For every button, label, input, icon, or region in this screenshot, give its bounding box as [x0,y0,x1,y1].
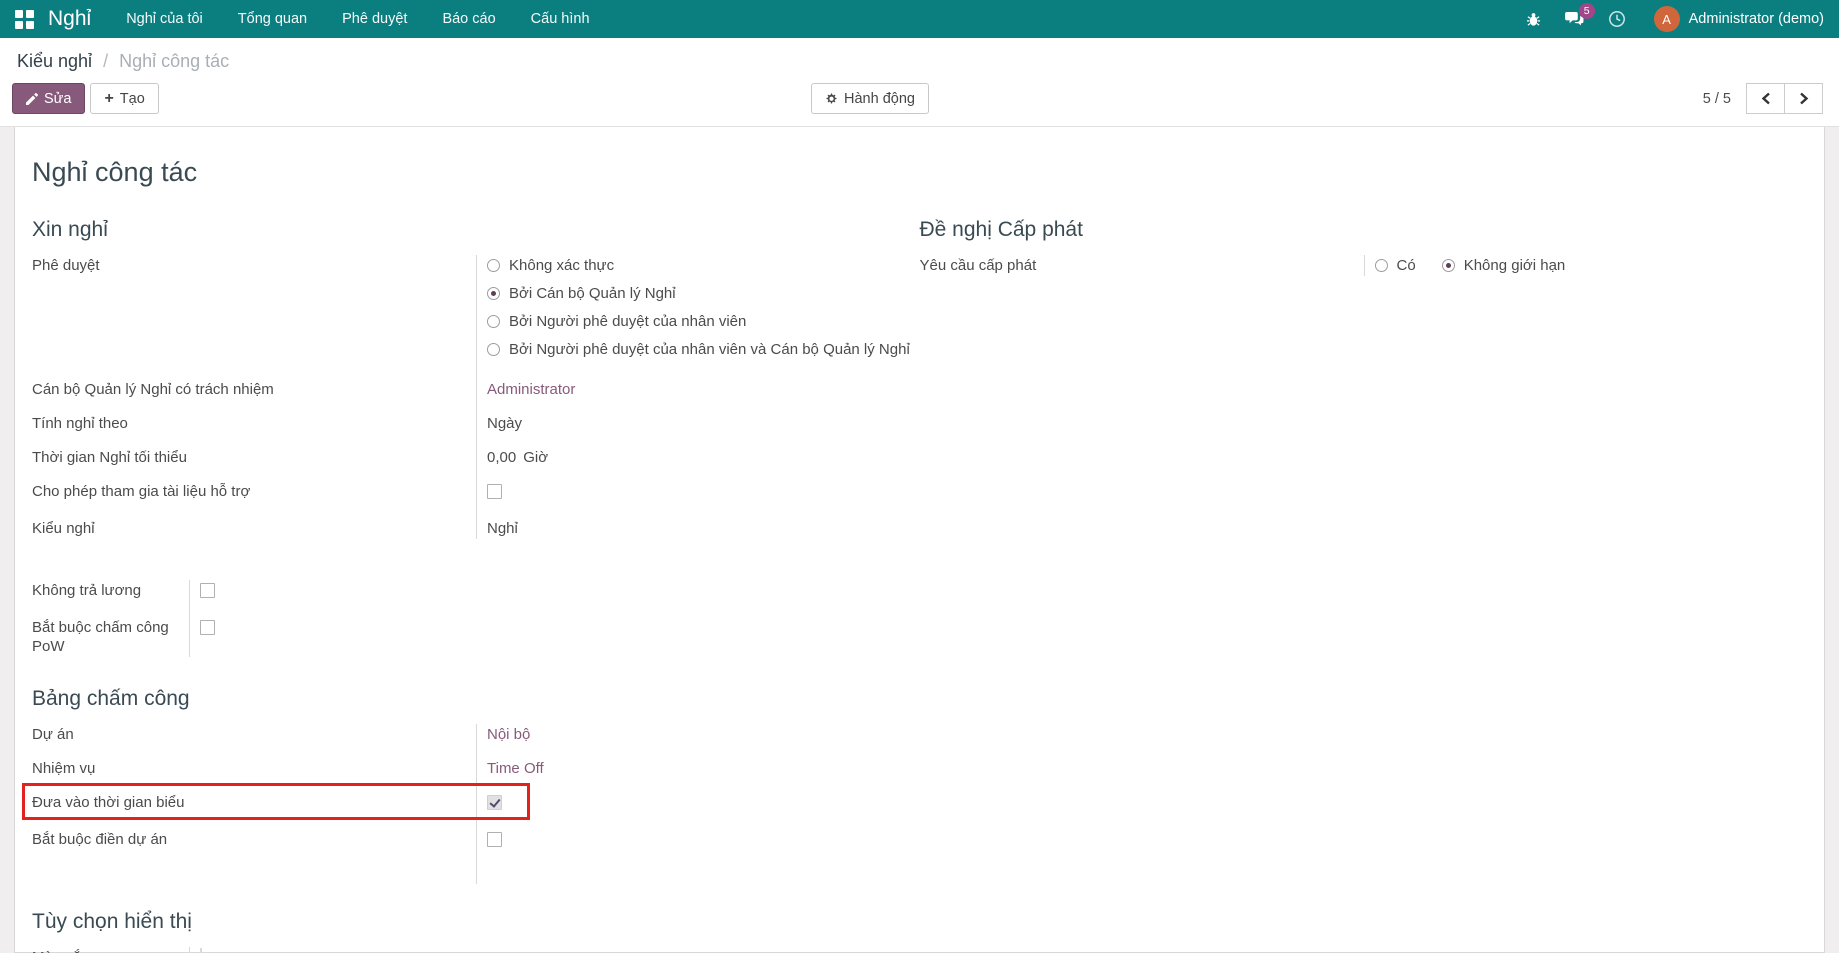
edit-button[interactable]: Sửa [12,83,85,114]
messages-icon[interactable]: 5 [1565,11,1584,27]
pow-attendance-row: Bắt buộc chấm công PoW [32,617,920,657]
nav-item-approvals[interactable]: Phê duyệt [342,11,407,27]
include-in-timesheet-row: Đưa vào thời gian biểu [32,792,920,816]
radio-icon[interactable] [487,259,500,272]
approval-label: Phê duyệt [32,255,476,276]
include-in-timesheet-checkbox[interactable] [487,795,502,810]
radio-icon[interactable] [487,315,500,328]
approval-field-row: Phê duyệt Không xác thực Bởi Cán bộ Quản… [32,255,920,360]
apps-menu-icon[interactable] [15,10,34,29]
nav-item-reporting[interactable]: Báo cáo [442,11,495,27]
top-navbar: Nghỉ Nghỉ của tôi Tổng quan Phê duyệt Bá… [0,0,1839,38]
responsible-officer-row: Cán bộ Quản lý Nghỉ có trách nhiệm Admin… [32,379,920,400]
payroll-group: Không trả lương Bắt buộc chấm công PoW [32,580,920,657]
task-link[interactable]: Time Off [487,760,544,777]
project-label: Dự án [32,724,476,745]
control-panel: Kiểu nghỉ / Nghỉ công tác Sửa + Tạo Hành… [0,38,1839,127]
breadcrumb-current: Nghỉ công tác [119,51,229,71]
pager: 5 / 5 [1703,83,1823,114]
allocation-heading: Đề nghị Cấp phát [920,218,1808,242]
breadcrumb: Kiểu nghỉ / Nghỉ công tác [0,38,1839,75]
requires-allocation-label: Yêu cầu cấp phát [920,255,1364,276]
project-row: Dự án Nội bộ [32,724,920,745]
gear-icon [825,92,838,105]
min-duration-label: Thời gian Nghỉ tối thiểu [32,447,476,468]
leave-unit-value: Ngày [476,413,522,434]
task-row: Nhiệm vụ Time Off [32,758,920,779]
include-in-timesheet-label: Đưa vào thời gian biểu [32,792,476,813]
unpaid-label: Không trả lương [32,580,189,601]
user-avatar[interactable]: A [1654,6,1680,32]
pow-attendance-checkbox[interactable] [200,620,215,635]
pow-attendance-label: Bắt buộc chấm công PoW [32,617,189,657]
record-title: Nghỉ công tác [32,157,1807,188]
create-button[interactable]: + Tạo [90,83,158,114]
app-brand[interactable]: Nghỉ [48,7,91,31]
responsible-officer-label: Cán bộ Quản lý Nghỉ có trách nhiệm [32,379,476,400]
color-label: Màu sắc [32,947,189,953]
project-link[interactable]: Nội bộ [487,726,530,743]
allocation-option-yes[interactable]: Có [1375,256,1416,275]
task-label: Nhiệm vụ [32,758,476,779]
radio-selected-icon[interactable] [1442,259,1455,272]
pager-next-button[interactable] [1784,83,1823,114]
kind-of-leave-value: Nghỉ [476,518,518,539]
action-menu-button[interactable]: Hành động [811,83,929,114]
min-duration-unit: Giờ [523,449,548,466]
radio-selected-icon[interactable] [487,287,500,300]
allocation-option-no-limit[interactable]: Không giới hạn [1442,256,1566,275]
allocation-section: Đề nghị Cấp phát Yêu cầu cấp phát Có Khô… [920,218,1808,552]
chevron-left-icon [1761,92,1771,105]
time-off-heading: Xin nghỉ [32,218,920,242]
supporting-document-label: Cho phép tham gia tài liệu hỗ trợ [32,481,476,502]
min-duration-value: 0,00 [487,449,516,466]
form-view-background: Nghỉ công tác Xin nghỉ Phê duyệt Không x… [0,127,1839,953]
breadcrumb-parent[interactable]: Kiểu nghỉ [17,51,92,71]
breadcrumb-separator: / [103,51,108,71]
min-duration-row: Thời gian Nghỉ tối thiểu 0,00 Giờ [32,447,920,468]
color-picker-swatch[interactable] [200,948,202,953]
force-project-row: Bắt buộc điền dự án [32,829,920,853]
force-project-label: Bắt buộc điền dự án [32,829,476,850]
radio-icon[interactable] [487,343,500,356]
radio-icon[interactable] [1375,259,1388,272]
leave-unit-row: Tính nghỉ theo Ngày [32,413,920,434]
unpaid-row: Không trả lương [32,580,920,604]
display-options-section: Tùy chọn hiển thị Màu sắc Ảnh bìa [32,910,920,953]
user-menu[interactable]: Administrator (demo) [1689,11,1824,27]
pencil-icon [26,93,38,105]
requires-allocation-row: Yêu cầu cấp phát Có Không giới hạn [920,255,1808,276]
display-options-heading: Tùy chọn hiển thị [32,910,920,934]
pager-value[interactable]: 5 / 5 [1703,91,1731,107]
supporting-document-row: Cho phép tham gia tài liệu hỗ trợ [32,481,920,505]
nav-item-overview[interactable]: Tổng quan [238,11,307,27]
color-row: Màu sắc [32,947,920,953]
pager-previous-button[interactable] [1746,83,1785,114]
timesheet-heading: Bảng chấm công [32,687,920,711]
leave-unit-label: Tính nghỉ theo [32,413,476,434]
supporting-document-checkbox[interactable] [487,484,502,499]
unpaid-checkbox[interactable] [200,583,215,598]
messages-count-badge: 5 [1579,3,1595,19]
kind-of-leave-row: Kiểu nghỉ Nghỉ [32,518,920,539]
force-project-checkbox[interactable] [487,832,502,847]
responsible-officer-link[interactable]: Administrator [487,381,575,398]
chevron-right-icon [1799,92,1809,105]
approval-option-by-employee-approver[interactable]: Bởi Người phê duyệt của nhân viên [487,312,910,331]
control-panel-buttons: Sửa + Tạo Hành động 5 / 5 [0,75,1839,127]
approval-option-by-approver-and-officer[interactable]: Bởi Người phê duyệt của nhân viên và Cán… [487,340,910,359]
debug-bug-icon[interactable] [1526,12,1541,27]
timesheet-section: Bảng chấm công Dự án Nội bộ Nhiệm vụ Tim… [32,687,920,884]
time-off-section: Xin nghỉ Phê duyệt Không xác thực Bởi Cá… [32,218,920,552]
approval-option-by-time-off-officer[interactable]: Bởi Cán bộ Quản lý Nghỉ [487,284,910,303]
activities-clock-icon[interactable] [1608,10,1626,28]
plus-icon: + [104,91,113,107]
form-sheet: Nghỉ công tác Xin nghỉ Phê duyệt Không x… [14,127,1825,953]
nav-item-configuration[interactable]: Cấu hình [531,11,590,27]
kind-of-leave-label: Kiểu nghỉ [32,518,476,539]
approval-option-no-validation[interactable]: Không xác thực [487,256,910,275]
nav-item-my-time-off[interactable]: Nghỉ của tôi [126,11,203,27]
